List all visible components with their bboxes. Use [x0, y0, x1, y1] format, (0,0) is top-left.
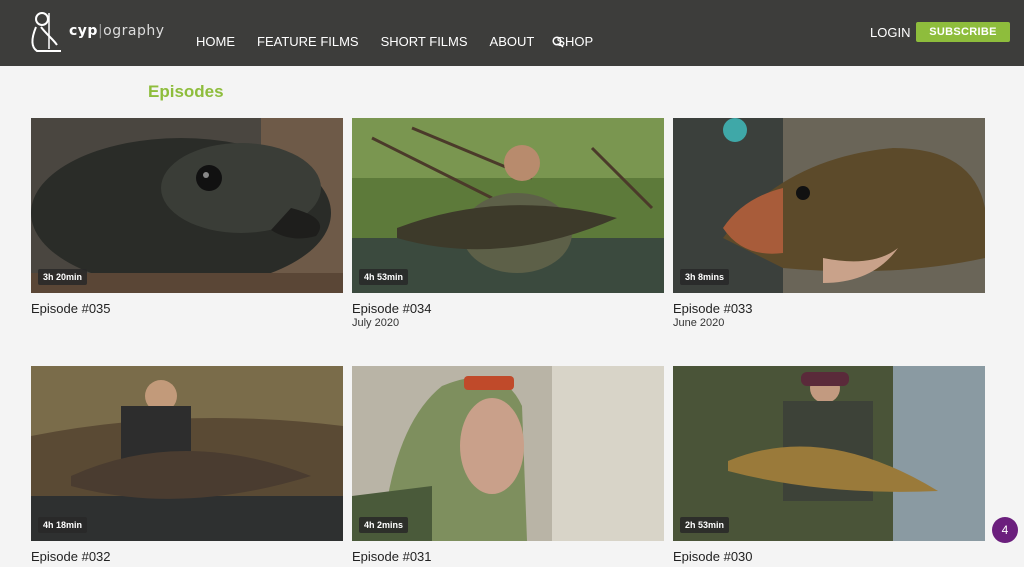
episode-title[interactable]: Episode #033	[673, 301, 753, 316]
chat-badge[interactable]: 4	[992, 517, 1018, 543]
duration-badge: 3h 20min	[38, 269, 88, 285]
search-icon[interactable]	[552, 36, 564, 48]
duration-badge: 4h 18min	[38, 517, 88, 533]
nav-home[interactable]: HOME	[196, 34, 235, 49]
duration-badge: 4h 53min	[359, 269, 409, 285]
episode-title[interactable]: Episode #034	[352, 301, 432, 316]
subscribe-button[interactable]: SUBSCRIBE	[916, 22, 1010, 42]
section-title: Episodes	[148, 82, 224, 101]
episode-title[interactable]: Episode #030	[673, 549, 753, 564]
episode-thumbnail[interactable]: 4h 18min	[31, 366, 343, 541]
brand-logo[interactable]: cyp|ography	[27, 5, 167, 57]
nav-feature-films[interactable]: FEATURE FILMS	[257, 34, 359, 49]
brand-name: cyp|ography	[69, 23, 165, 39]
nav-about[interactable]: ABOUT	[490, 34, 535, 49]
episode-date: July 2020	[352, 317, 400, 329]
episode-date: June 2020	[673, 317, 725, 329]
angler-with-carp-image	[31, 366, 343, 541]
episode-thumbnail[interactable]: 3h 8mins	[673, 118, 985, 293]
episode-title[interactable]: Episode #031	[352, 549, 432, 564]
episode-title[interactable]: Episode #032	[31, 549, 111, 564]
episode-thumbnail[interactable]: 3h 20min	[31, 118, 343, 293]
angler-with-carp-image	[352, 118, 664, 293]
login-link[interactable]: LOGIN	[870, 25, 910, 40]
duration-badge: 3h 8mins	[680, 269, 730, 285]
hooded-angler-image	[352, 366, 664, 541]
carp-closeup-image	[31, 118, 343, 293]
duration-badge: 4h 2mins	[359, 517, 409, 533]
duration-badge: 2h 53min	[680, 517, 730, 533]
site-header: cyp|ography HOME FEATURE FILMS SHORT FIL…	[0, 0, 1024, 66]
angler-logo-icon	[31, 12, 61, 52]
episode-thumbnail[interactable]: 4h 53min	[352, 118, 664, 293]
angler-with-carp-image	[673, 366, 985, 541]
episode-title[interactable]: Episode #035	[31, 301, 111, 316]
episode-thumbnail[interactable]: 2h 53min	[673, 366, 985, 541]
episode-thumbnail[interactable]: 4h 2mins	[352, 366, 664, 541]
mirror-carp-image	[673, 118, 985, 293]
nav-short-films[interactable]: SHORT FILMS	[381, 34, 468, 49]
